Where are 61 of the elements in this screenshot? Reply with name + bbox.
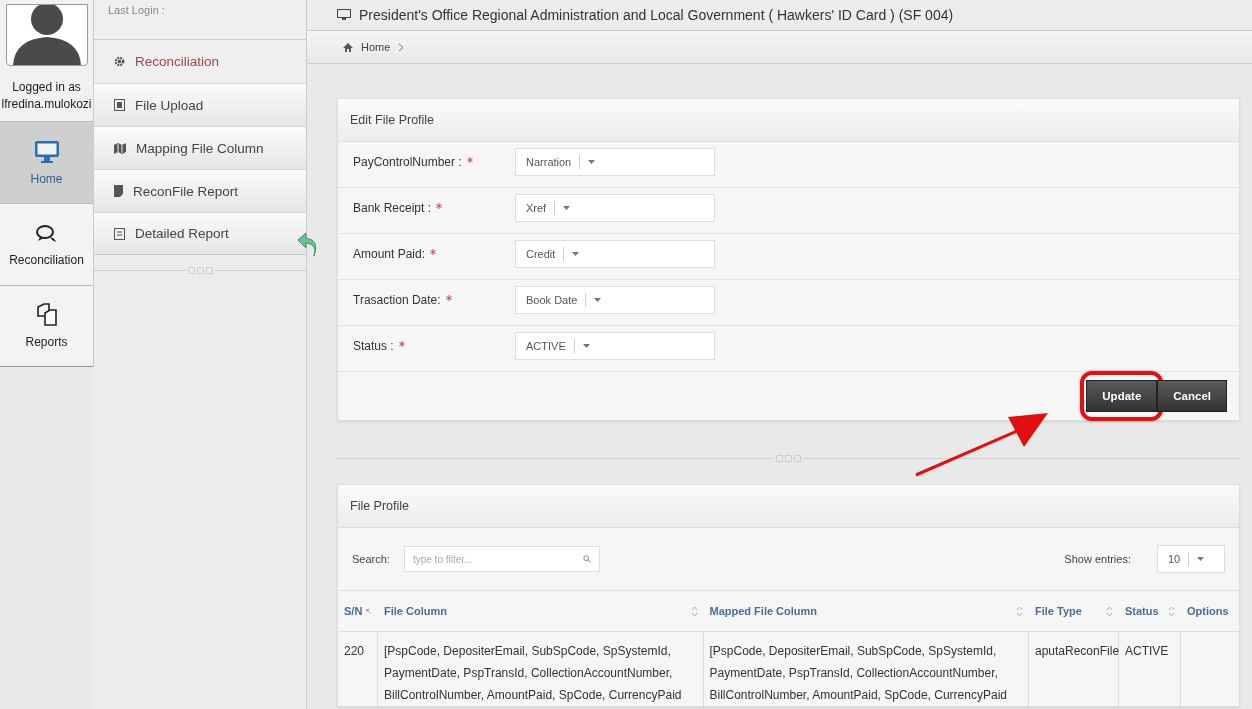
table-cell: [PspCode, DepositerEmail, SubSpCode, SpSystemId, PaymentDate, PspTransId, CollectionAccountNumber, BillControlNumber, AmountPaid, SpCode, CurrencyPaid [709, 644, 1007, 702]
gear-icon [114, 56, 125, 67]
nav-item[interactable]: Home [0, 121, 93, 203]
report-icon [114, 227, 125, 240]
table-cell: aputaReconFile [1035, 644, 1120, 658]
column-header[interactable]: Status [1119, 591, 1181, 632]
username: lfredina.mulokozi [1, 97, 92, 111]
panel-title: File Profile [350, 499, 410, 513]
search-icon [582, 555, 591, 563]
map-icon [114, 142, 126, 154]
menu-title: Reconciliation [135, 54, 220, 69]
nav-item[interactable]: Reports [0, 285, 93, 367]
search-field[interactable]: type to filter... [403, 546, 600, 572]
entries-select[interactable]: 10 [1157, 545, 1225, 573]
page-title: President's Office Regional Administration and Local Government ( Hawkers' ID Card ) (SF 004) [359, 7, 954, 23]
user-silhouette-icon [5, 4, 88, 66]
form-button[interactable]: Cancel [1157, 380, 1227, 412]
dropdown-caret-icon [582, 344, 590, 348]
column-header[interactable]: File Column [378, 591, 704, 632]
panel-title: Edit File Profile [350, 113, 435, 127]
menu-item[interactable]: Detailed Report [94, 212, 306, 255]
dropdown-caret-icon [1197, 557, 1205, 561]
dropdown-caret-icon [594, 298, 602, 302]
film-icon [114, 99, 125, 111]
dropdown-caret-icon [588, 160, 596, 164]
show-entries-label: Show entries: [1064, 553, 1131, 565]
chevron-right-icon [398, 42, 405, 52]
documents-icon [35, 303, 58, 327]
monitor-icon [33, 139, 60, 164]
column-header[interactable]: S/N [338, 591, 378, 632]
table-cell: ACTIVE [1125, 644, 1169, 658]
field-label: Amount Paid: [352, 246, 426, 261]
form-button[interactable]: Update [1086, 380, 1158, 412]
select-field[interactable]: Book Date [515, 286, 715, 314]
last-login-label: Last Login : [108, 4, 165, 16]
monitor-icon [337, 9, 351, 21]
table-cell: 220 [344, 644, 365, 658]
select-field[interactable]: Xref [515, 194, 715, 222]
table-cell: [PspCode, DepositerEmail, SubSpCode, SpSystemId, PaymentDate, PspTransId, CollectionAccountNumber, BillControlNumber, AmountPaid, SpCode, CurrencyPaid [384, 644, 682, 702]
dropdown-caret-icon [563, 206, 571, 210]
field-label: Status : [352, 338, 394, 353]
chat-bubbles-icon [34, 222, 59, 245]
column-header[interactable]: File Type [1029, 591, 1119, 632]
menu-item[interactable]: Mapping File Column [94, 126, 306, 169]
column-header[interactable]: Mapped File Column [703, 591, 1029, 632]
search-label: Search: [352, 553, 390, 565]
field-label: Bank Receipt : [352, 200, 432, 215]
home-icon [343, 42, 353, 52]
select-field[interactable]: ACTIVE [515, 332, 715, 360]
field-label: Trasaction Date: [352, 292, 441, 307]
field-label: PayControlNumber : [352, 154, 462, 169]
dropdown-caret-icon [572, 252, 580, 256]
select-field[interactable]: Narration [515, 148, 715, 176]
breadcrumb-link[interactable]: Home [361, 41, 391, 53]
select-field[interactable]: Credit [515, 240, 715, 268]
logged-in-label: Logged in as [12, 80, 81, 94]
column-header[interactable]: Options [1181, 591, 1239, 632]
menu-item[interactable]: ReconFile Report [94, 169, 306, 212]
file-icon [114, 185, 123, 197]
menu-item[interactable]: File Upload [94, 83, 306, 126]
back-arrow-icon[interactable] [296, 232, 318, 258]
